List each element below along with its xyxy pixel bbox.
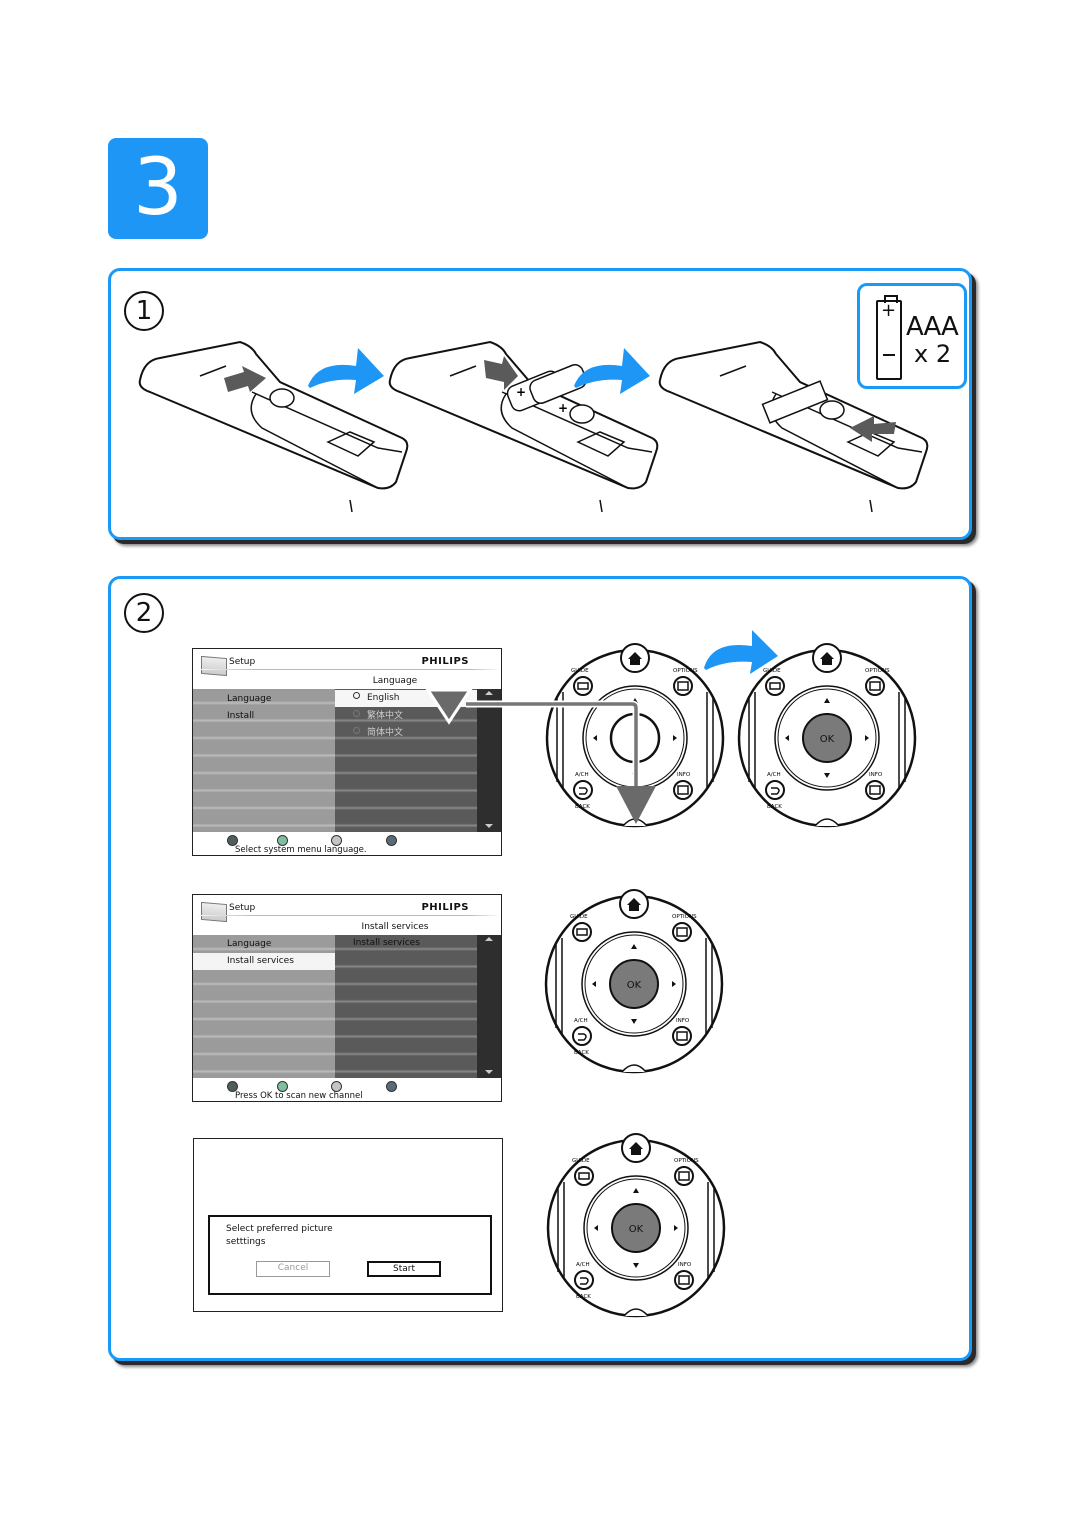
status-hint: Press OK to scan new channel [235,1091,363,1101]
panel-1-number: 1 [124,291,164,331]
menu-item-install[interactable]: Install [193,708,335,725]
option-english[interactable]: English [335,690,477,707]
tv-menu-body: Language Install English 繁体中文 简体中文 [193,689,501,832]
option-simplified-chinese[interactable]: 简体中文 [335,725,477,742]
step-number-badge: 3 [108,138,208,239]
scroll-down-icon[interactable] [485,824,493,828]
cancel-button[interactable]: Cancel [256,1261,330,1277]
tv-header: Setup PHILIPS Install services [193,895,501,935]
submenu-title: Language [372,676,418,686]
tv-icon [201,901,227,923]
brand-logo: PHILIPS [421,902,469,913]
brand-logo: PHILIPS [421,656,469,667]
option-label: English [367,693,400,703]
menu-scrollbar[interactable] [477,689,501,832]
battery-install-panel [108,268,972,540]
battery-type-label: AAA [906,312,959,342]
option-install-services[interactable]: Install services [335,935,477,952]
option-label: 简体中文 [367,728,404,738]
tv-footer: Select system menu language. [193,832,501,856]
battery-plus-sign: + [881,300,897,321]
radio-icon [353,710,360,717]
picture-settings-dialog: Select preferred picture setttings Cance… [208,1215,492,1295]
status-hint: Select system menu language. [235,845,367,855]
tv-menu-title: Setup [229,657,256,667]
tv-menu-title: Setup [229,903,256,913]
menu-item-language[interactable]: Language [193,691,335,708]
blue-key-icon [386,835,397,846]
header-divider [193,669,501,670]
menu-item-install-services[interactable]: Install services [193,953,335,970]
tv-footer: Press OK to scan new channel [193,1078,501,1102]
scroll-up-icon[interactable] [485,937,493,941]
tv-icon [201,655,227,677]
menu-item-language[interactable]: Language [193,936,335,953]
blue-key-icon [386,1081,397,1092]
scroll-up-icon[interactable] [485,691,493,695]
tv-screen-picture-settings: Select preferred picture setttings Cance… [193,1138,503,1312]
dialog-message: Select preferred picture setttings [226,1224,333,1247]
option-label: 繁体中文 [367,711,404,721]
radio-icon [353,692,360,699]
tv-screen-language: Setup PHILIPS Language Language Install … [192,648,502,856]
scroll-down-icon[interactable] [485,1070,493,1074]
battery-requirement-box: + AAA x 2 [857,283,967,389]
menu-scrollbar[interactable] [477,935,501,1078]
radio-icon [353,727,360,734]
tv-header: Setup PHILIPS Language [193,649,501,689]
panel-2-number: 2 [124,593,164,633]
start-button[interactable]: Start [367,1261,441,1277]
submenu-title: Install services [361,922,429,932]
battery-minus-sign [883,354,895,356]
battery-count-label: x 2 [914,340,952,368]
menu-right-column [335,935,477,1078]
option-traditional-chinese[interactable]: 繁体中文 [335,708,477,725]
tv-screen-install-services: Setup PHILIPS Install services Language … [192,894,502,1102]
header-divider [193,915,501,916]
tv-menu-body: Language Install services Install servic… [193,935,501,1078]
